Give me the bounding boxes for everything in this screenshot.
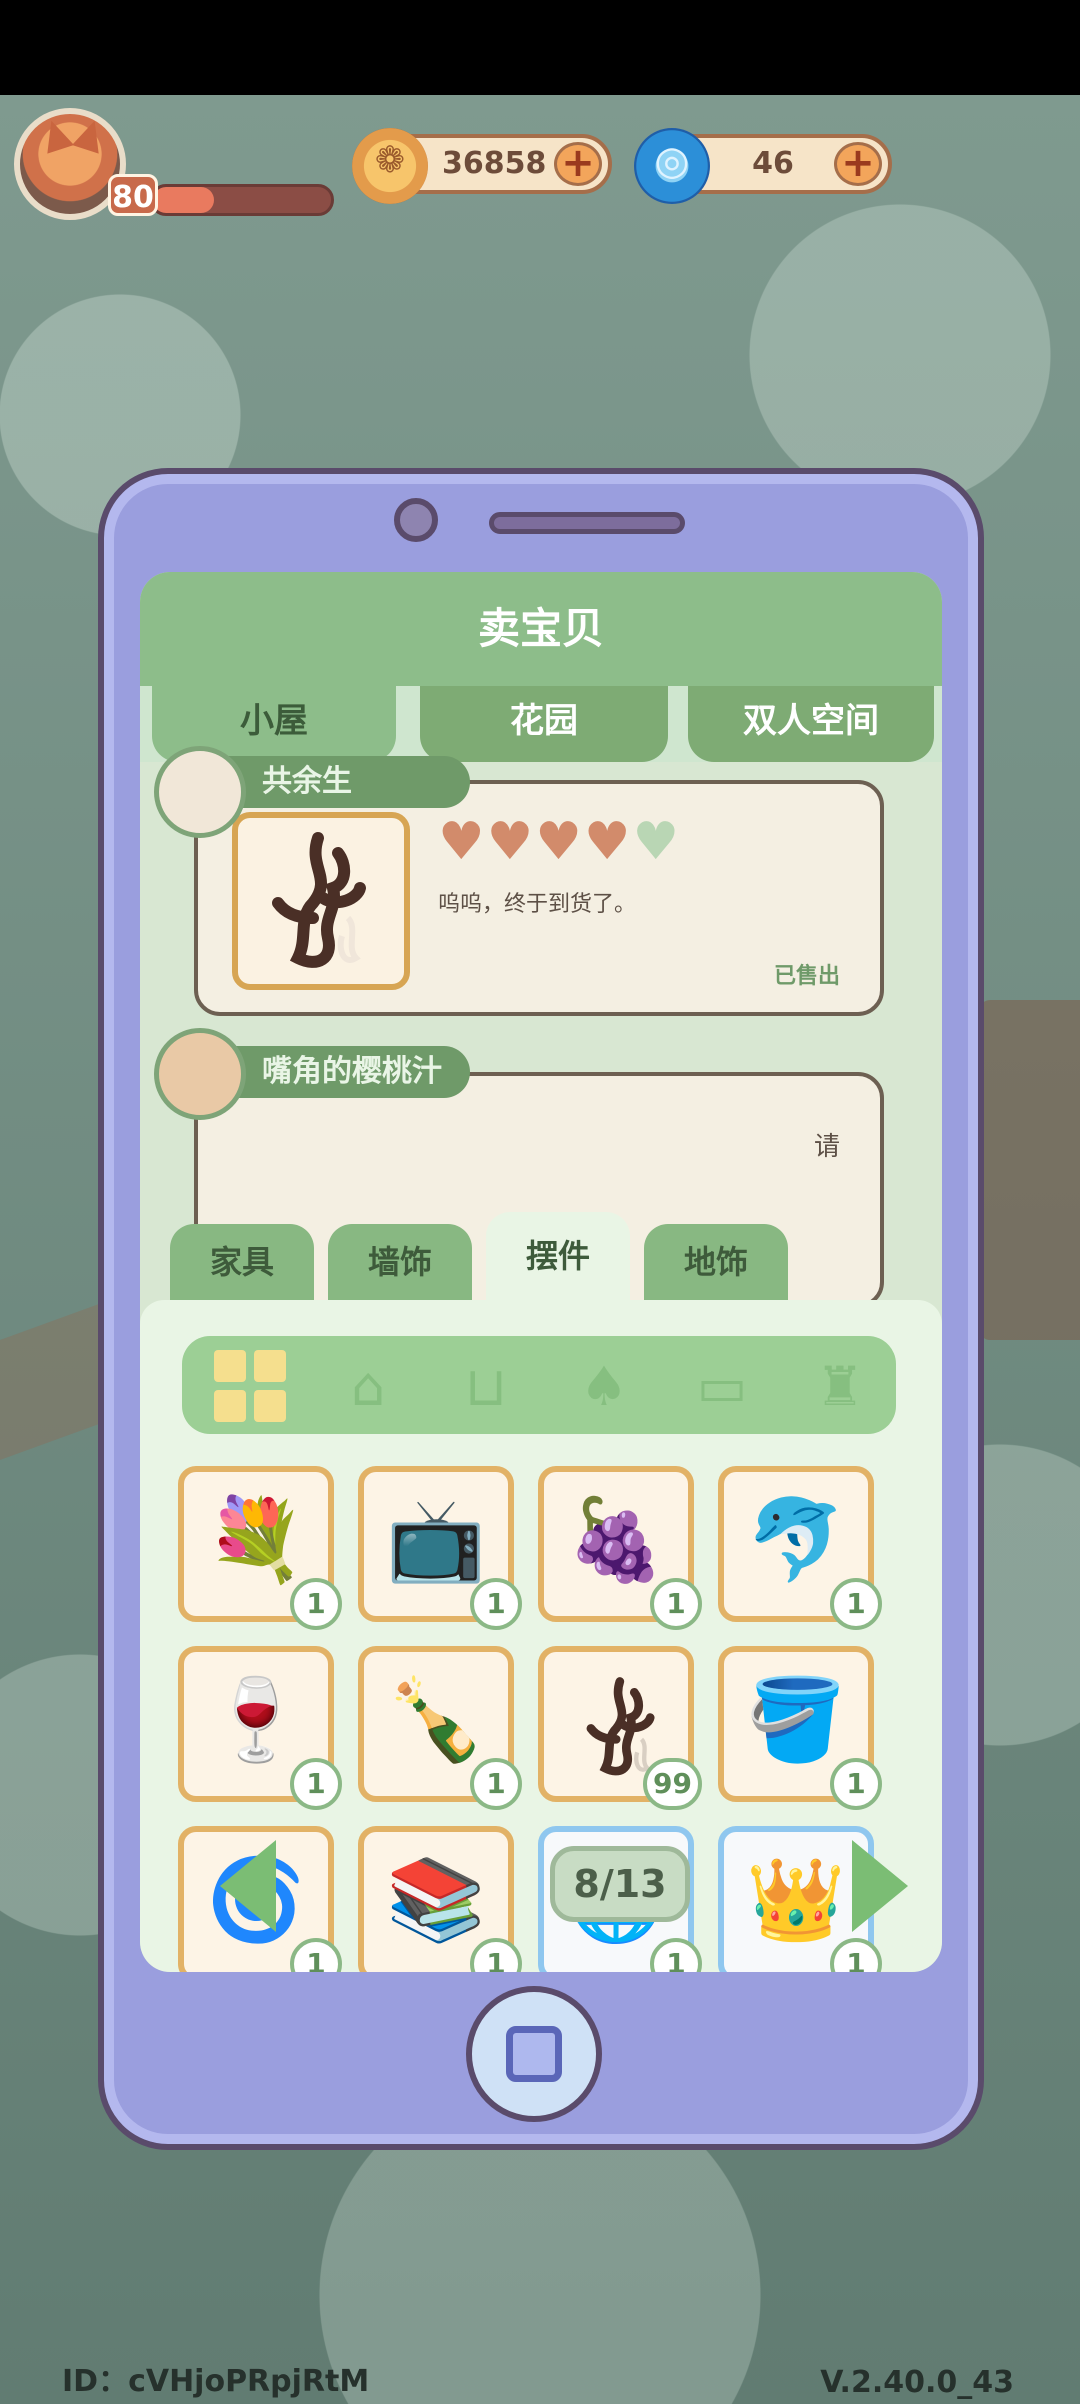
rating-hearts: ♥♥♥♥♥	[438, 812, 681, 872]
crown-icon: 👑	[746, 1853, 846, 1946]
add-gems-button[interactable]: +	[834, 142, 882, 186]
item-slot[interactable]: 🍷 1	[178, 1646, 342, 1810]
coin-counter: 36858 +	[352, 128, 612, 204]
avatar-ear-left	[38, 116, 74, 154]
phone-screen: 卖宝贝 小屋 花园 双人空间 ♥♥♥♥♥ 呜呜，终于到货了。 已售出 共余生 请…	[140, 572, 942, 1972]
phone-speaker	[489, 512, 685, 534]
pot-icon[interactable]: ⌂	[322, 1350, 414, 1422]
item-slot[interactable]: 🍾 1	[358, 1646, 522, 1810]
panel-title: 卖宝贝	[140, 572, 942, 686]
heart-full-icon: ♥	[583, 812, 633, 872]
item-slot[interactable]: 🍇 1	[538, 1466, 702, 1630]
phone-frame: 卖宝贝 小屋 花园 双人空间 ♥♥♥♥♥ 呜呜，终于到货了。 已售出 共余生 请…	[98, 468, 984, 2150]
item-count: 1	[470, 1758, 522, 1810]
lamp-icon[interactable]: ♠	[558, 1350, 650, 1422]
sold-item-thumbnail	[232, 812, 410, 990]
cat-avatar-icon	[154, 1028, 246, 1120]
grid-all-icon-glyph	[214, 1350, 286, 1422]
category-furniture[interactable]: 家具	[170, 1224, 314, 1300]
sold-status: 已售出	[773, 964, 840, 989]
cup-icon[interactable]: ⊔	[440, 1350, 532, 1422]
gem-amount: 46	[752, 146, 794, 181]
item-count: 1	[290, 1758, 342, 1810]
category-ornaments[interactable]: 摆件	[486, 1212, 630, 1300]
dolphin-icon: 🐬	[746, 1493, 846, 1586]
item-slot[interactable]: 99	[538, 1646, 702, 1810]
background-house	[980, 1000, 1080, 1340]
player-id: ID：cVHjoPRpjRtM	[62, 2364, 370, 2399]
tab-couple-space[interactable]: 双人空间	[688, 686, 934, 762]
buyer-message-partial: 请	[813, 1132, 840, 1162]
heart-full-icon: ♥	[438, 812, 487, 872]
flower-basket-icon: 💐	[206, 1493, 306, 1586]
wine-bottle-icon: 🍷	[206, 1673, 306, 1766]
xp-bar	[150, 184, 334, 216]
item-count: 1	[650, 1578, 702, 1630]
item-count: 1	[290, 1578, 342, 1630]
version-label: V.2.40.0_43	[820, 2365, 1014, 2400]
status-bar	[0, 0, 1080, 95]
prev-page-button[interactable]	[220, 1840, 276, 1932]
driftwood-icon	[272, 832, 366, 968]
grid-all-icon[interactable]	[204, 1350, 296, 1422]
heart-empty-icon: ♥	[632, 812, 682, 872]
item-slot[interactable]: 🪣 1	[718, 1646, 882, 1810]
fruit-plate-icon: 🍇	[566, 1493, 666, 1586]
item-count: 99	[643, 1758, 702, 1810]
sale-record-card: ♥♥♥♥♥ 呜呜，终于到货了。 已售出	[194, 780, 884, 1016]
phone-camera	[394, 498, 438, 542]
level-badge: 80	[108, 174, 158, 216]
tab-garden[interactable]: 花园	[420, 686, 668, 762]
frame-icon[interactable]: ▭	[676, 1350, 768, 1422]
item-count: 1	[470, 1578, 522, 1630]
heart-full-icon: ♥	[535, 812, 584, 872]
coin-amount: 36858	[442, 146, 547, 181]
item-slot[interactable]: 📺 1	[358, 1466, 522, 1630]
avatar-ear-right	[72, 116, 108, 154]
oil-bottles-icon: 🍾	[386, 1673, 486, 1766]
tv-icon: 📺	[386, 1493, 486, 1586]
item-slot[interactable]: 👑 1	[718, 1826, 882, 1972]
category-wall-decor[interactable]: 墙饰	[328, 1224, 472, 1300]
books-icon: 📚	[386, 1853, 486, 1946]
phone-home-button[interactable]	[466, 1986, 602, 2122]
add-coins-button[interactable]: +	[554, 142, 602, 186]
category-floor-decor[interactable]: 地饰	[644, 1224, 788, 1300]
heart-full-icon: ♥	[486, 812, 536, 872]
item-slot[interactable]: 💐 1	[178, 1466, 342, 1630]
buyer-message: 呜呜，终于到货了。	[438, 892, 637, 917]
coin-icon	[352, 128, 428, 204]
item-slot[interactable]: 🐬 1	[718, 1466, 882, 1630]
filter-bar: ⌂ ⊔ ♠ ▭ ♜	[182, 1336, 896, 1434]
home-square-icon	[506, 2026, 562, 2082]
gem-counter: 46 +	[634, 128, 892, 204]
item-count: 1	[830, 1578, 882, 1630]
cat-avatar-icon	[154, 746, 246, 838]
vase-icon[interactable]: ♜	[794, 1350, 886, 1422]
water-dispenser-icon: 🪣	[746, 1673, 846, 1766]
item-slot[interactable]: 📚 1	[358, 1826, 522, 1972]
xp-bar-fill	[153, 187, 214, 213]
page-indicator: 8/13	[550, 1846, 690, 1922]
swirl-gem-icon	[634, 128, 710, 204]
next-page-button[interactable]	[852, 1840, 908, 1932]
item-count: 1	[830, 1758, 882, 1810]
